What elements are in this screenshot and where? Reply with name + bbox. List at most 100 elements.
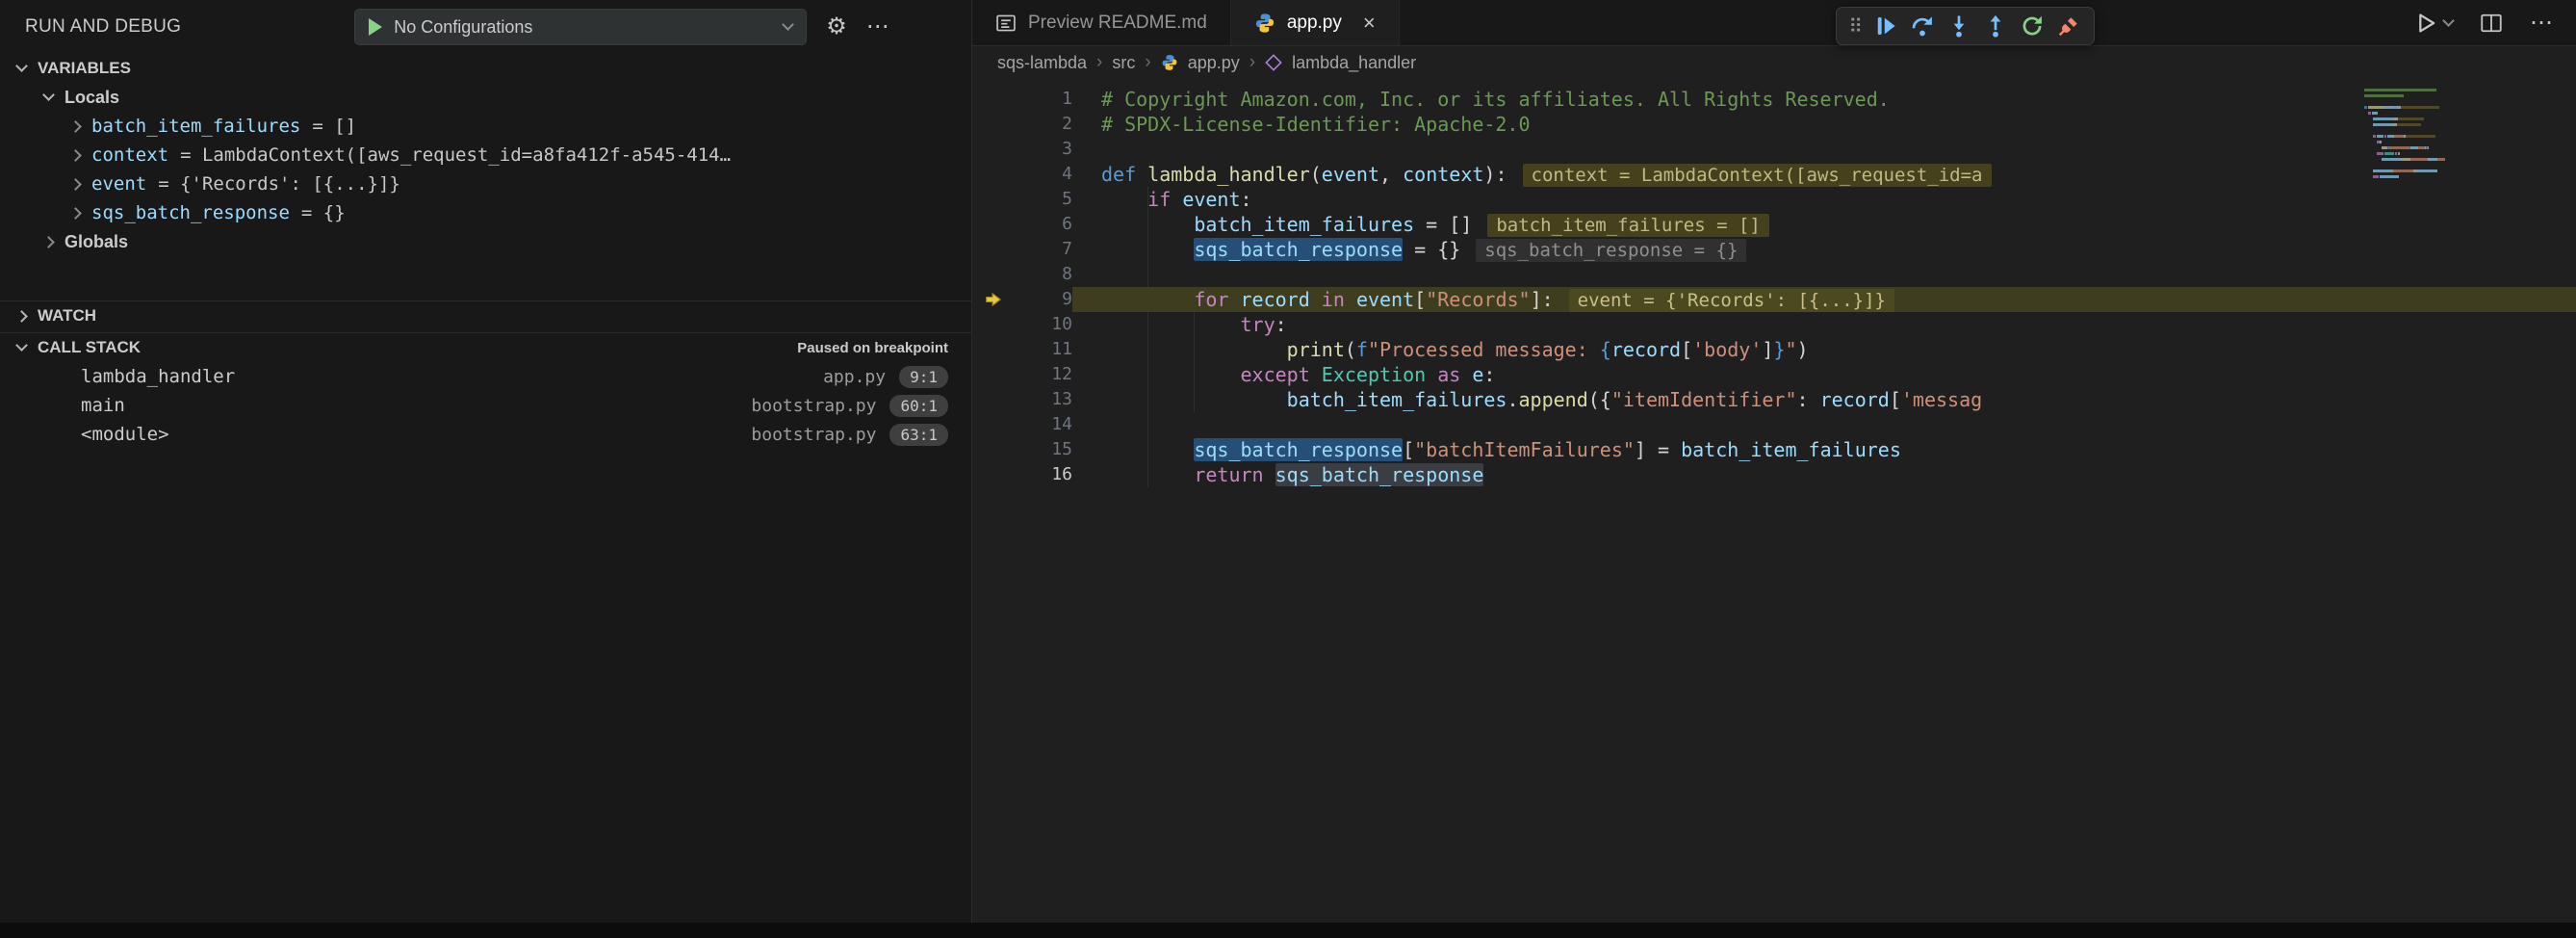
line-content[interactable]: batch_item_failures.append({"itemIdentif… — [1072, 387, 2576, 412]
debug-continue-button[interactable] — [1872, 13, 1899, 39]
call-stack-section-header[interactable]: CALL STACK Paused on breakpoint — [0, 333, 971, 362]
frame-position-badge: 60:1 — [889, 395, 948, 417]
variable-value: = {} — [301, 202, 346, 223]
stack-frame-row[interactable]: lambda_handler app.py 9:1 — [0, 362, 971, 391]
line-content[interactable]: try: — [1072, 312, 2576, 337]
debug-step-over-button[interactable] — [1909, 13, 1936, 39]
code-editor[interactable]: 1# Copyright Amazon.com, Inc. or its aff… — [972, 79, 2576, 938]
code-line[interactable]: 11 print(f"Processed message: {record['b… — [972, 337, 2576, 362]
code-line[interactable]: 8 — [972, 262, 2576, 287]
code-line[interactable]: 1# Copyright Amazon.com, Inc. or its aff… — [972, 87, 2576, 112]
line-content[interactable] — [1072, 137, 2576, 162]
glyph-margin[interactable] — [972, 387, 1015, 412]
line-content[interactable]: def lambda_handler(event, context):conte… — [1072, 162, 2576, 187]
frame-file: bootstrap.py — [751, 425, 876, 445]
variable-row[interactable]: context = LambdaContext([aws_request_id=… — [0, 141, 971, 169]
line-content[interactable]: sqs_batch_response["batchItemFailures"] … — [1072, 437, 2576, 462]
debug-step-into-button[interactable] — [1945, 13, 1972, 39]
watch-section-header[interactable]: WATCH — [0, 301, 971, 330]
line-content[interactable]: # Copyright Amazon.com, Inc. or its affi… — [1072, 87, 2576, 112]
code-token — [1101, 363, 1241, 386]
code-token — [1345, 288, 1356, 311]
variable-row[interactable]: sqs_batch_response = {} — [0, 198, 971, 227]
line-content[interactable]: print(f"Processed message: {record['body… — [1072, 337, 2576, 362]
glyph-margin[interactable] — [972, 87, 1015, 112]
minimap-line — [2364, 129, 2470, 132]
gear-icon[interactable]: ⚙ — [826, 15, 847, 39]
more-actions-icon[interactable]: ⋯ — [866, 15, 889, 39]
debug-step-out-button[interactable] — [1982, 13, 2009, 39]
minimap[interactable] — [2360, 85, 2474, 185]
line-content[interactable]: sqs_batch_response = {}sqs_batch_respons… — [1072, 237, 2576, 262]
code-token: context — [1403, 163, 1483, 186]
glyph-margin[interactable] — [972, 212, 1015, 237]
code-line[interactable]: 7 sqs_batch_response = {}sqs_batch_respo… — [972, 237, 2576, 262]
drag-grip-icon[interactable]: ⠿ — [1848, 14, 1863, 39]
stack-frame-row[interactable]: main bootstrap.py 60:1 — [0, 391, 971, 420]
breadcrumb-item[interactable]: app.py — [1188, 53, 1240, 73]
glyph-margin[interactable] — [972, 412, 1015, 437]
code-token: def — [1101, 163, 1136, 186]
run-and-debug-sidebar: RUN AND DEBUG No Configurations ⚙ ⋯ VARI… — [0, 0, 972, 938]
line-content[interactable]: except Exception as e: — [1072, 362, 2576, 387]
more-actions-icon[interactable]: ⋯ — [2530, 12, 2553, 35]
glyph-margin[interactable] — [972, 162, 1015, 187]
code-token: "itemIdentifier" — [1611, 388, 1797, 411]
code-line[interactable]: 6 batch_item_failures = []batch_item_fai… — [972, 212, 2576, 237]
glyph-margin[interactable] — [972, 262, 1015, 287]
locals-group[interactable]: Locals — [0, 83, 971, 112]
line-content[interactable]: batch_item_failures = []batch_item_failu… — [1072, 212, 2576, 237]
code-line[interactable]: 15 sqs_batch_response["batchItemFailures… — [972, 437, 2576, 462]
glyph-margin[interactable] — [972, 337, 1015, 362]
glyph-margin[interactable] — [972, 437, 1015, 462]
tab-app-py[interactable]: app.py × — [1231, 0, 1400, 45]
debug-restart-button[interactable] — [2019, 13, 2046, 39]
line-content[interactable]: return sqs_batch_response — [1072, 462, 2576, 487]
glyph-margin[interactable] — [972, 362, 1015, 387]
run-button[interactable] — [2413, 11, 2453, 36]
code-line[interactable]: 2# SPDX-License-Identifier: Apache-2.0 — [972, 112, 2576, 137]
line-content[interactable] — [1072, 262, 2576, 287]
debug-disconnect-button[interactable] — [2055, 13, 2082, 39]
globals-group[interactable]: Globals — [0, 227, 971, 256]
breadcrumb-item[interactable]: sqs-lambda — [997, 53, 1087, 73]
code-line[interactable]: 13 batch_item_failures.append({"itemIden… — [972, 387, 2576, 412]
line-content[interactable]: if event: — [1072, 187, 2576, 212]
code-token: = [] — [1414, 213, 1472, 236]
start-debug-icon[interactable] — [369, 18, 382, 36]
debug-toolbar: ⠿ — [1836, 7, 2095, 45]
code-line[interactable]: 16 return sqs_batch_response — [972, 462, 2576, 487]
code-token: [ — [1890, 388, 1901, 411]
breadcrumb-item[interactable]: lambda_handler — [1292, 53, 1416, 73]
stack-frame-row[interactable]: <module> bootstrap.py 63:1 — [0, 420, 971, 449]
glyph-margin[interactable] — [972, 112, 1015, 137]
code-line[interactable]: 5 if event: — [972, 187, 2576, 212]
variables-section-header[interactable]: VARIABLES — [0, 54, 971, 83]
split-editor-button[interactable] — [2480, 12, 2503, 35]
glyph-margin[interactable] — [972, 187, 1015, 212]
code-line[interactable]: 12 except Exception as e: — [972, 362, 2576, 387]
close-icon[interactable]: × — [1363, 11, 1376, 36]
code-line[interactable]: 9 for record in event["Records"]:event =… — [972, 287, 2576, 312]
variable-row[interactable]: event = {'Records': [{...}]} — [0, 169, 971, 198]
code-token: record — [1241, 288, 1310, 311]
code-line[interactable]: 3 — [972, 137, 2576, 162]
debug-current-line-arrow[interactable] — [972, 287, 1015, 312]
debug-config-dropdown[interactable]: No Configurations — [354, 9, 807, 45]
code-token: lambda_handler — [1147, 163, 1310, 186]
line-content[interactable]: # SPDX-License-Identifier: Apache-2.0 — [1072, 112, 2576, 137]
line-content[interactable]: for record in event["Records"]:event = {… — [1072, 287, 2576, 312]
code-line[interactable]: 10 try: — [972, 312, 2576, 337]
code-line[interactable]: 14 — [972, 412, 2576, 437]
variable-row[interactable]: batch_item_failures = [] — [0, 112, 971, 141]
glyph-margin[interactable] — [972, 137, 1015, 162]
line-content[interactable] — [1072, 412, 2576, 437]
code-line[interactable]: 4def lambda_handler(event, context):cont… — [972, 162, 2576, 187]
glyph-margin[interactable] — [972, 237, 1015, 262]
glyph-margin[interactable] — [972, 312, 1015, 337]
chevron-separator-icon: › — [1096, 52, 1102, 73]
breadcrumb-item[interactable]: src — [1112, 53, 1135, 73]
tab-preview-readme[interactable]: Preview README.md — [972, 0, 1231, 45]
minimap-line — [2364, 112, 2470, 115]
glyph-margin[interactable] — [972, 462, 1015, 487]
